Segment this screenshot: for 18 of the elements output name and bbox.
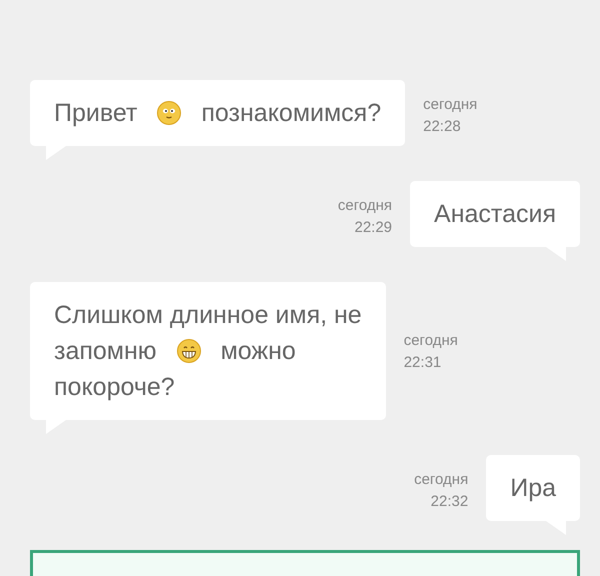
message-text: можно <box>220 336 296 367</box>
message-time: 22:31 <box>404 353 442 373</box>
message-text: познакомимся? <box>201 98 382 129</box>
message-text: покороче? <box>54 372 175 403</box>
message-time: 22:32 <box>430 492 468 512</box>
message-time: 22:29 <box>354 218 392 238</box>
message-text: Привет <box>54 98 138 129</box>
message-text: запомню <box>54 336 157 367</box>
message-text: Слишком длинное имя, не <box>54 300 362 331</box>
message-date: сегодня <box>338 196 392 216</box>
message-date: сегодня <box>414 470 468 490</box>
message-date: сегодня <box>423 95 478 115</box>
message-date: сегодня <box>404 331 458 351</box>
message-time: 22:28 <box>423 117 461 137</box>
message-text: Анастасия <box>434 199 556 230</box>
message-text: Ира <box>510 473 556 504</box>
grinning-face-icon <box>176 339 201 363</box>
smiley-face-icon <box>157 101 182 125</box>
